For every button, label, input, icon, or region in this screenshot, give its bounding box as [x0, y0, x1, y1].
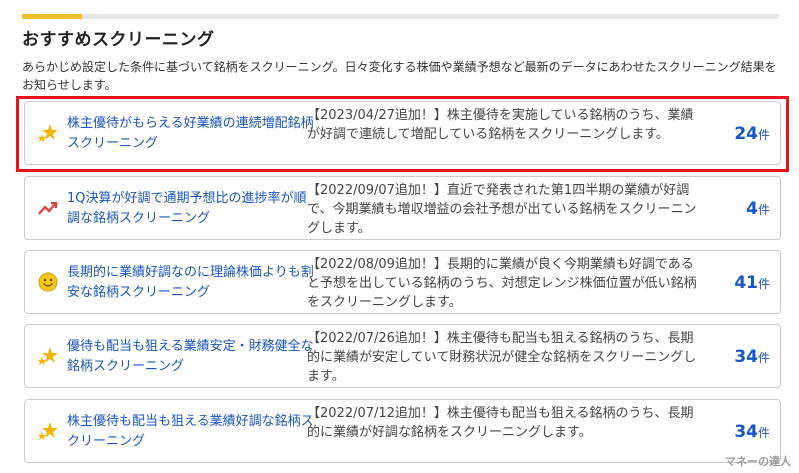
screening-description: 【2022/07/12追加！】株主優待も配当も狙える銘柄のうち、長期的に業績が好… — [307, 406, 694, 440]
screening-card[interactable]: 長期的に業績好調なのに理論株価よりも割安な銘柄スクリーニング 【2022/08/0… — [24, 250, 781, 314]
section-intro: あらかじめ設定した条件に基づいて銘柄をスクリーニング。日々変化する株価や業績予想… — [22, 60, 777, 92]
result-count[interactable]: 4件 — [746, 199, 770, 219]
screening-name-link[interactable]: 優待も配当も狙える業績安定・財務健全な銘柄スクリーニング — [67, 337, 317, 377]
result-count-number: 34 — [734, 347, 758, 367]
result-count-unit: 件 — [757, 351, 770, 365]
screening-description: 【2022/08/09追加！】長期的に業績が良く今期業績も好調であると予想を出し… — [307, 257, 697, 310]
star-icon — [37, 420, 59, 442]
screening-description: 【2022/07/26追加！】株主優待も配当も狙える銘柄のうち、長期的に業績が安… — [307, 331, 697, 384]
screening-card[interactable]: 優待も配当も狙える業績安定・財務健全な銘柄スクリーニング 【2022/07/26追… — [24, 324, 781, 388]
result-count-unit: 件 — [757, 426, 770, 440]
screening-card[interactable]: 株主優待も配当も狙える業績好調な銘柄スクリーニング 【2022/07/12追加！】… — [24, 399, 781, 463]
result-count-unit: 件 — [757, 277, 770, 291]
result-count-number: 41 — [734, 273, 758, 293]
screening-card[interactable]: 1Q決算が好調で通期予想比の進捗率が順調な銘柄スクリーニング 【2022/09/0… — [24, 176, 781, 240]
watermark: マネーの達人 — [725, 455, 791, 468]
result-count[interactable]: 34件 — [734, 422, 770, 442]
title-accent — [22, 14, 82, 19]
result-count-number: 4 — [746, 199, 758, 219]
screening-name-link[interactable]: 長期的に業績好調なのに理論株価よりも割安な銘柄スクリーニング — [67, 263, 317, 303]
result-count-unit: 件 — [757, 203, 770, 217]
section-title: おすすめスクリーニング — [22, 30, 215, 50]
title-underline — [22, 14, 779, 19]
screening-name-link[interactable]: 1Q決算が好調で通期予想比の進捗率が順調な銘柄スクリーニング — [67, 189, 317, 229]
result-count[interactable]: 34件 — [734, 347, 770, 367]
result-count-number: 34 — [734, 422, 758, 442]
result-count[interactable]: 41件 — [734, 273, 770, 293]
highlight-box — [16, 96, 789, 172]
star-icon — [37, 345, 59, 367]
smiley-icon — [37, 271, 59, 293]
screening-description: 【2022/09/07追加！】直近で発表された第1四半期の業績が好調で、今期業績… — [307, 183, 697, 236]
trend-up-icon — [37, 197, 59, 219]
screening-name-link[interactable]: 株主優待も配当も狙える業績好調な銘柄スクリーニング — [67, 412, 317, 452]
